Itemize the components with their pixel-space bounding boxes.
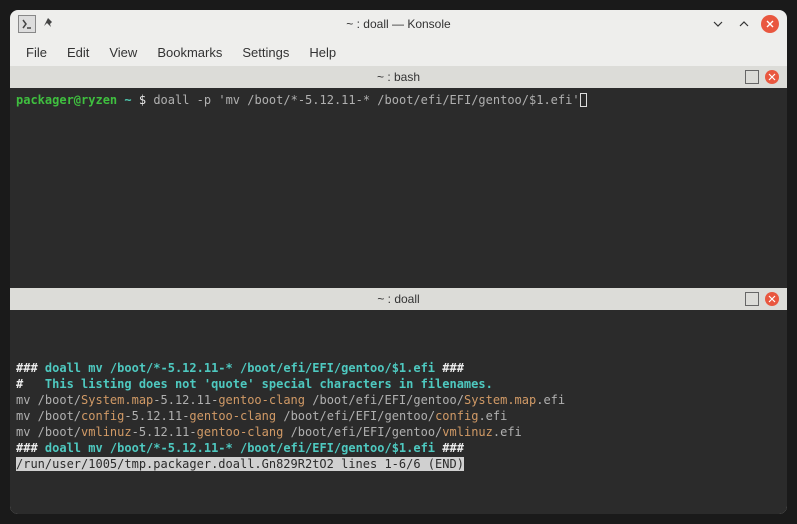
menu-settings[interactable]: Settings <box>242 45 289 60</box>
pin-icon[interactable] <box>42 17 56 31</box>
top-pane-header: ~ : bash <box>10 66 787 88</box>
close-pane-button[interactable] <box>765 292 779 306</box>
mv-line: mv /boot/System.map-5.12.11-gentoo-clang… <box>16 392 781 408</box>
top-pane-title: ~ : bash <box>10 70 787 84</box>
mv-line: mv /boot/config-5.12.11-gentoo-clang /bo… <box>16 408 781 424</box>
close-pane-button[interactable] <box>765 70 779 84</box>
doall-header-line: ### doall mv /boot/*-5.12.11-* /boot/efi… <box>16 360 781 376</box>
bottom-pane-title: ~ : doall <box>10 292 787 306</box>
window-title: ~ : doall — Konsole <box>10 17 787 31</box>
maximize-pane-icon[interactable] <box>745 70 759 84</box>
menu-help[interactable]: Help <box>309 45 336 60</box>
bottom-terminal[interactable]: ### doall mv /boot/*-5.12.11-* /boot/efi… <box>10 310 787 514</box>
konsole-window: ~ : doall — Konsole File Edit View Bookm… <box>10 10 787 514</box>
app-icon <box>18 15 36 33</box>
menu-bookmarks[interactable]: Bookmarks <box>157 45 222 60</box>
command-text: doall -p 'mv /boot/*-5.12.11-* /boot/efi… <box>153 93 579 107</box>
pager-status: /run/user/1005/tmp.packager.doall.Gn829R… <box>16 457 464 471</box>
bottom-pane-header: ~ : doall <box>10 288 787 310</box>
menu-view[interactable]: View <box>109 45 137 60</box>
top-terminal[interactable]: packager@ryzen ~ $ doall -p 'mv /boot/*-… <box>10 88 787 288</box>
doall-footer-line: ### doall mv /boot/*-5.12.11-* /boot/efi… <box>16 440 781 456</box>
window-titlebar: ~ : doall — Konsole <box>10 10 787 38</box>
prompt-userhost: packager@ryzen <box>16 93 117 107</box>
prompt-symbol: $ <box>139 93 146 107</box>
mv-line: mv /boot/vmlinuz-5.12.11-gentoo-clang /b… <box>16 424 781 440</box>
close-button[interactable] <box>761 15 779 33</box>
maximize-button[interactable] <box>735 15 753 33</box>
split-container: ~ : bash packager@ryzen ~ $ doall -p 'mv… <box>10 66 787 514</box>
cursor-icon <box>580 93 587 107</box>
menu-edit[interactable]: Edit <box>67 45 89 60</box>
maximize-pane-icon[interactable] <box>745 292 759 306</box>
minimize-button[interactable] <box>709 15 727 33</box>
doall-note-line: # This listing does not 'quote' special … <box>16 376 781 392</box>
menu-file[interactable]: File <box>26 45 47 60</box>
prompt-path: ~ <box>124 93 131 107</box>
menu-bar: File Edit View Bookmarks Settings Help <box>10 38 787 66</box>
